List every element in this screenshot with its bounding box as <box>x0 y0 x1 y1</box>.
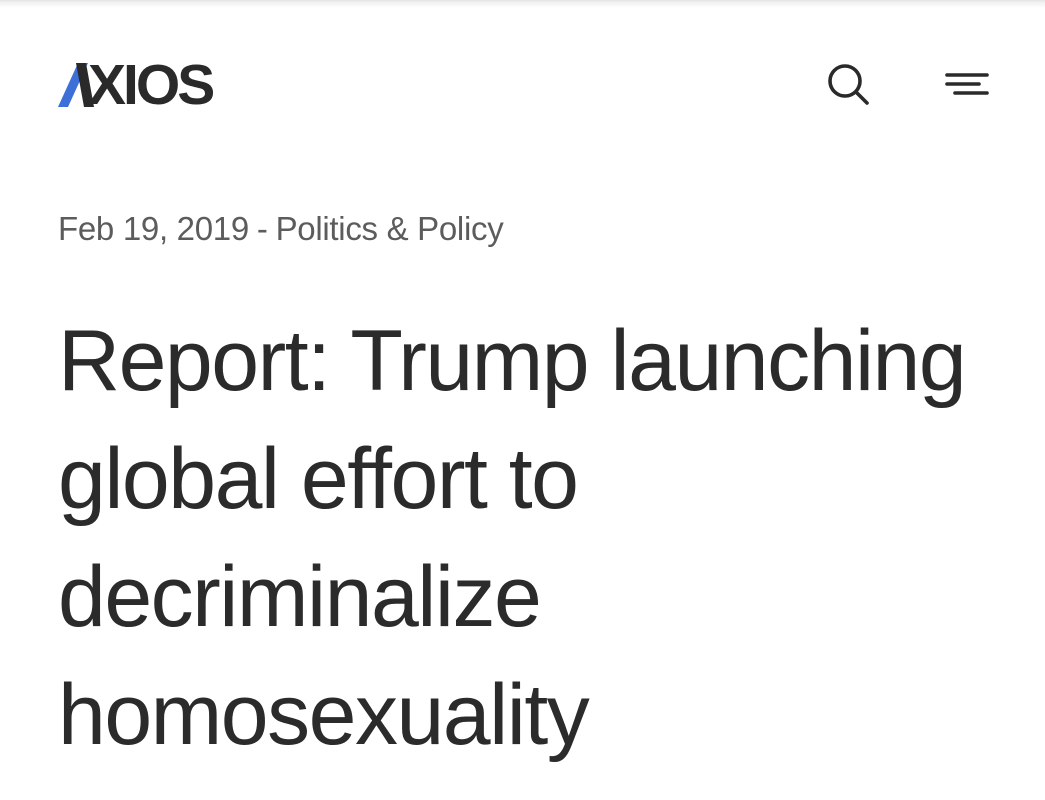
meta-separator: - <box>256 210 268 247</box>
hamburger-menu-icon <box>945 73 989 95</box>
article-meta: Feb 19, 2019- Politics & Policy <box>58 210 504 248</box>
axios-logo[interactable]: XIOS <box>58 53 215 117</box>
logo-wordmark: XIOS <box>88 53 215 117</box>
menu-button[interactable] <box>938 56 994 112</box>
search-button[interactable] <box>820 56 876 112</box>
article-date: Feb 19, 2019 <box>58 210 249 247</box>
site-header: XIOS <box>0 0 1045 160</box>
article-headline: Report: Trump launching global effort to… <box>58 313 967 763</box>
category-link[interactable]: Politics & Policy <box>276 210 504 247</box>
search-icon <box>828 64 869 105</box>
